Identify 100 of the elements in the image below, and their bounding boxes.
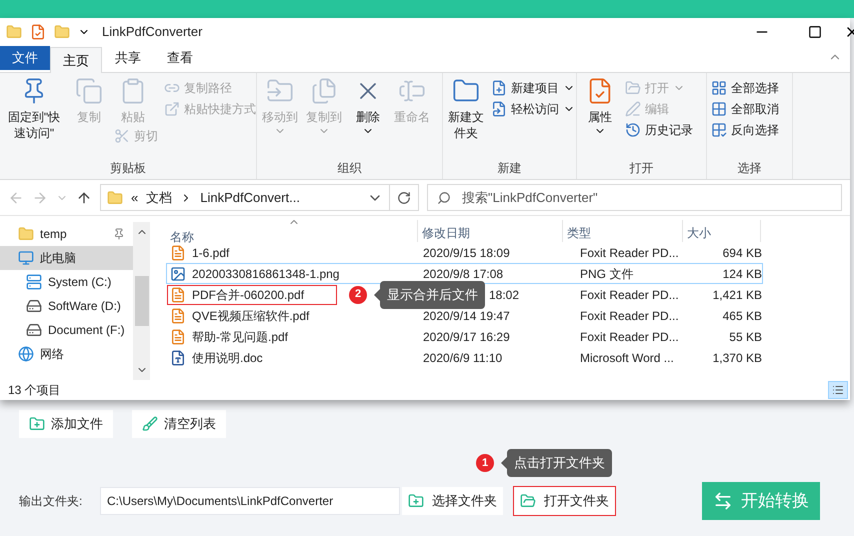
file-name-cell: 使用说明.doc — [167, 348, 337, 368]
size-cell-text: 1,421 KB — [712, 286, 762, 304]
search-field[interactable]: 搜索"LinkPdfConverter" — [427, 184, 842, 211]
choose-folder-button[interactable]: 选择文件夹 — [402, 487, 503, 515]
folder-icon — [520, 493, 536, 509]
date-cell-text: 2020/9/15 18:09 — [423, 244, 510, 262]
drive-icon — [26, 274, 42, 290]
shortcut-icon — [164, 100, 180, 116]
file-name-cell: QVE视频压缩软件.pdf — [167, 306, 337, 326]
open-folder-button[interactable]: 打开文件夹 — [513, 486, 616, 516]
file-row[interactable]: 1-6.pdf 2020/9/15 18:09 Foxit Reader PD... 694 KB — [166, 242, 763, 263]
folder-icon — [107, 190, 123, 206]
pdf-file-icon — [170, 286, 186, 302]
type-cell-text: Foxit Reader PD... — [580, 328, 680, 346]
nav-item[interactable]: System (C:) — [0, 270, 133, 294]
column-header[interactable]: 修改日期 — [418, 220, 563, 242]
file-name-cell: 1-6.pdf — [167, 242, 337, 262]
nav-item[interactable]: SoftWare (D:) — [0, 294, 133, 318]
ribbon-button[interactable]: 反向选择 — [711, 119, 779, 140]
scissors-icon — [114, 128, 130, 144]
pdf-file-icon — [170, 244, 186, 260]
ribbon-button[interactable]: 全部取消 — [711, 98, 779, 119]
refresh-button[interactable] — [389, 184, 419, 211]
ribbon-button[interactable]: 属性 — [581, 77, 619, 137]
folder-icon — [54, 24, 70, 40]
properties-icon — [30, 24, 46, 40]
ribbon-button[interactable]: 删除 — [349, 77, 387, 137]
history-icon — [625, 122, 641, 138]
column-header[interactable]: 名称 — [166, 220, 418, 242]
up-icon[interactable] — [76, 190, 92, 206]
folder-add-icon — [408, 493, 424, 509]
nav-item[interactable]: 此电脑 — [0, 246, 133, 270]
file-row[interactable]: 20200330816861348-1.png 2020/9/8 17:08 PNG 文件 124 KB — [166, 263, 763, 284]
scrollbar[interactable] — [133, 222, 150, 380]
column-header[interactable]: 类型 — [563, 220, 683, 242]
nav-item[interactable]: Document (F:) — [0, 318, 133, 342]
breadcrumb[interactable]: 文档 — [146, 188, 172, 208]
ribbon-button[interactable]: 历史记录 — [625, 119, 693, 140]
select-none-icon — [711, 100, 727, 116]
brush-icon — [142, 416, 158, 432]
size-cell-text: 55 KB — [728, 328, 762, 346]
folder-icon — [18, 226, 34, 242]
pdf-file-icon — [170, 308, 186, 324]
ribbon-button[interactable]: 全部选择 — [711, 77, 779, 98]
nav-item[interactable]: temp — [0, 222, 133, 246]
ribbon-button[interactable]: 固定到"快速访问" — [4, 77, 64, 141]
ribbon-tab[interactable]: 文件 — [0, 46, 50, 70]
step-number-badge: 2 — [349, 286, 367, 304]
convert-icon — [713, 491, 733, 511]
group-label: 剪贴板 — [109, 160, 147, 177]
drive-icon — [26, 322, 42, 338]
group-label: 打开 — [628, 160, 654, 177]
size-cell-text: 694 KB — [722, 244, 762, 262]
ribbon-button[interactable]: 轻松访问 — [491, 98, 575, 119]
easy-access-icon — [491, 100, 507, 116]
toolbar-button[interactable]: 添加文件 — [19, 410, 113, 438]
file-name-cell: 帮助-常见问题.pdf — [167, 326, 337, 346]
ribbon-button[interactable]: 新建文件夹 — [447, 77, 485, 141]
type-cell-text: Foxit Reader PD... — [580, 286, 680, 304]
date-cell-text: 18:02 — [489, 286, 520, 304]
date-cell-text: 2020/9/17 16:29 — [423, 328, 510, 346]
ribbon-tab[interactable]: 主页 — [50, 47, 102, 73]
copy-icon — [310, 77, 338, 105]
file-row[interactable]: 帮助-常见问题.pdf 2020/9/17 16:29 Foxit Reader PD... 55 KB — [166, 326, 763, 347]
folder-add-icon — [29, 416, 45, 432]
size-cell-text: 465 KB — [722, 308, 762, 324]
group-label: 新建 — [496, 160, 522, 177]
file-name-cell: PDF合并-060200.pdf — [167, 284, 337, 304]
date-cell-text: 2020/6/9 11:10 — [423, 350, 502, 366]
details-view-button[interactable] — [828, 381, 848, 399]
ribbon-tab[interactable]: 共享 — [102, 46, 154, 70]
folder-icon — [6, 24, 22, 40]
group-label: 组织 — [336, 160, 362, 177]
output-path-field[interactable]: C:\Users\My\Documents\LinkPdfConverter — [100, 487, 400, 515]
file-row[interactable]: 使用说明.doc 2020/6/9 11:10 Microsoft Word ... 1,370 KB — [166, 347, 763, 368]
edit-icon — [625, 100, 641, 116]
address-bar[interactable]: « 文档 LinkPdfConvert... — [100, 184, 390, 211]
ribbon-button[interactable]: 新建项目 — [491, 77, 575, 98]
window-title: LinkPdfConverter — [102, 22, 204, 41]
item-count: 13 个项目 — [8, 382, 61, 399]
breadcrumb[interactable]: « — [131, 188, 138, 208]
column-header[interactable]: 大小 — [683, 220, 761, 242]
open-icon — [625, 80, 641, 96]
group-label: 选择 — [736, 160, 762, 177]
ribbon-tab[interactable]: 查看 — [154, 46, 206, 70]
select-all-icon — [711, 80, 727, 96]
output-folder-label: 输出文件夹: — [19, 493, 84, 510]
breadcrumb[interactable]: LinkPdfConvert... — [200, 188, 300, 208]
new-item-icon — [491, 80, 507, 96]
date-cell-text: 2020/9/8 17:08 — [423, 266, 504, 282]
callout-tooltip: 点击打开文件夹 — [501, 449, 612, 477]
computer-icon — [18, 250, 34, 266]
word-file-icon — [170, 350, 186, 366]
nav-item[interactable]: 网络 — [0, 342, 133, 366]
size-cell-text: 124 KB — [722, 266, 762, 282]
maximize-icon[interactable] — [808, 24, 822, 38]
date-cell-text: 2020/9/14 19:47 — [423, 308, 510, 324]
type-cell-text: Microsoft Word ... — [580, 350, 675, 366]
toolbar-button[interactable]: 清空列表 — [132, 410, 226, 438]
type-cell-text: Foxit Reader PD... — [580, 244, 680, 262]
